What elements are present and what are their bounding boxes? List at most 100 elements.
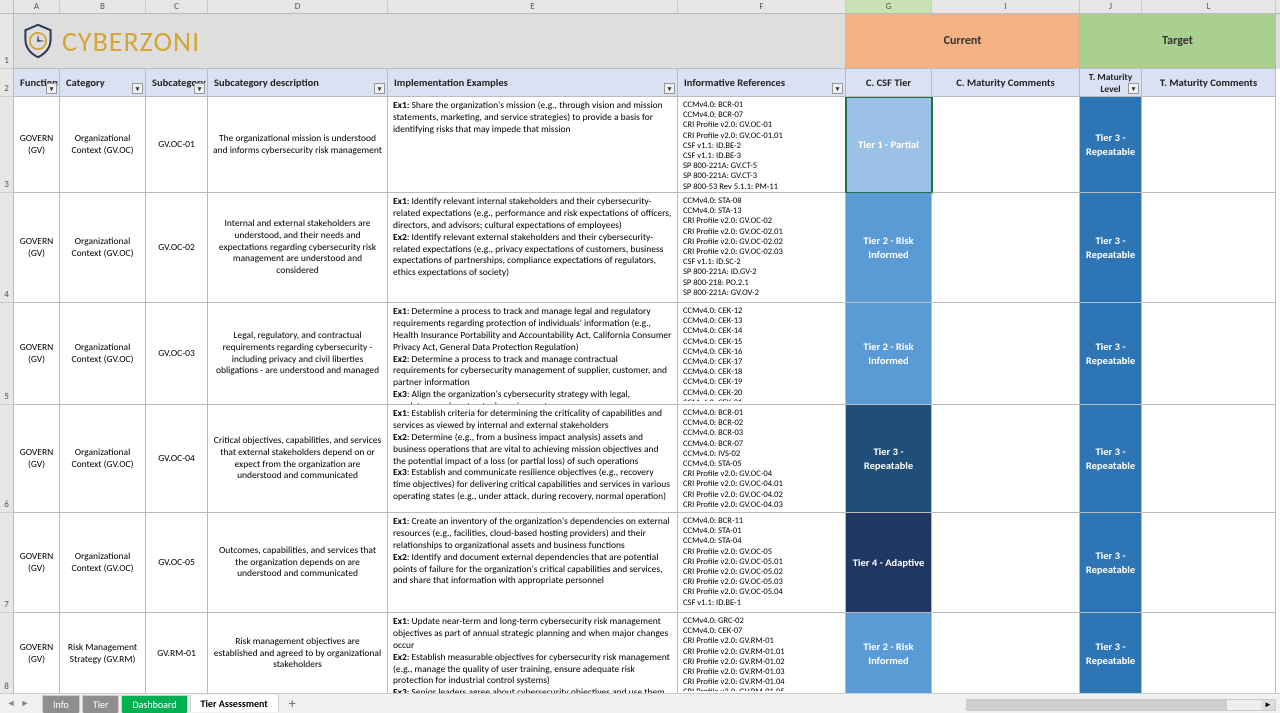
cell-description[interactable]: Internal and external stakeholders are u… bbox=[208, 193, 388, 303]
cell-implementation-examples[interactable]: Ex1: Share the organization's mission (e… bbox=[388, 97, 678, 193]
row-7[interactable]: 7 bbox=[0, 513, 13, 613]
cell-category[interactable]: Risk Management Strategy (GV.RM) bbox=[60, 613, 146, 693]
cell-function[interactable]: GOVERN (GV) bbox=[14, 513, 60, 613]
hdr-function[interactable]: Function▾ bbox=[14, 69, 60, 97]
cell-informative-references[interactable]: CCMv4.0: BCR-11CCMv4.0: STA-01CCMv4.0: S… bbox=[678, 513, 846, 613]
row-2[interactable]: 2 bbox=[0, 69, 13, 97]
tab-nav-prev-icon[interactable]: ◄ bbox=[4, 698, 18, 709]
scroll-right-icon[interactable]: ► bbox=[1261, 700, 1275, 710]
tab-info[interactable]: Info bbox=[42, 695, 80, 713]
cell-description[interactable]: Critical objectives, capabilities, and s… bbox=[208, 405, 388, 513]
cell-current-tier[interactable]: Tier 3 - Repeatable bbox=[846, 405, 932, 513]
hdr-category[interactable]: Category▾ bbox=[60, 69, 146, 97]
hdr-implementation-examples[interactable]: Implementation Examples▾ bbox=[388, 69, 678, 97]
tab-dashboard[interactable]: Dashboard bbox=[121, 695, 187, 713]
col-B[interactable]: B bbox=[60, 0, 146, 13]
grid-scroll-area[interactable]: CYBERZONI Current Target Function▾ Categ… bbox=[14, 14, 1280, 693]
cell-target-tier[interactable]: Tier 3 - Repeatable bbox=[1080, 405, 1142, 513]
hdr-informative-references[interactable]: Informative References▾ bbox=[678, 69, 846, 97]
hdr-t-maturity-level[interactable]: T. Maturity Level▾ bbox=[1080, 69, 1142, 97]
cell-category[interactable]: Organizational Context (GV.OC) bbox=[60, 97, 146, 193]
cell-informative-references[interactable]: CCMv4.0: STA-08CCMv4.0: STA-13CRI Profil… bbox=[678, 193, 846, 303]
cell-current-comments[interactable] bbox=[932, 303, 1080, 405]
cell-current-comments[interactable] bbox=[932, 613, 1080, 693]
cell-target-comments[interactable] bbox=[1142, 513, 1276, 613]
cell-current-tier[interactable]: Tier 4 - Adaptive bbox=[846, 513, 932, 613]
cell-subcategory[interactable]: GV.OC-04 bbox=[146, 405, 208, 513]
hdr-subcategory[interactable]: Subcategory▾ bbox=[146, 69, 208, 97]
cell-target-comments[interactable] bbox=[1142, 97, 1276, 193]
row-6[interactable]: 6 bbox=[0, 405, 13, 513]
col-A[interactable]: A bbox=[14, 0, 60, 13]
col-L[interactable]: L bbox=[1142, 0, 1276, 13]
row-3[interactable]: 3 bbox=[0, 97, 13, 193]
cell-subcategory[interactable]: GV.RM-01 bbox=[146, 613, 208, 693]
hdr-subcategory-description[interactable]: Subcategory description▾ bbox=[208, 69, 388, 97]
cell-description[interactable]: Outcomes, capabilities, and services tha… bbox=[208, 513, 388, 613]
cell-subcategory[interactable]: GV.OC-03 bbox=[146, 303, 208, 405]
filter-icon[interactable]: ▾ bbox=[194, 83, 205, 94]
row-5[interactable]: 5 bbox=[0, 303, 13, 405]
horizontal-scrollbar[interactable]: ◄ ► bbox=[966, 699, 1276, 711]
tab-tier[interactable]: Tier bbox=[82, 695, 120, 713]
col-I[interactable]: I bbox=[932, 0, 1080, 13]
cell-description[interactable]: Legal, regulatory, and contractual requi… bbox=[208, 303, 388, 405]
row-8[interactable]: 8 bbox=[0, 613, 13, 693]
cell-description[interactable]: The organizational mission is understood… bbox=[208, 97, 388, 193]
cell-informative-references[interactable]: CCMv4.0: BCR-01CCMv4.0: BCR-02CCMv4.0: B… bbox=[678, 405, 846, 513]
cell-target-comments[interactable] bbox=[1142, 405, 1276, 513]
cell-category[interactable]: Organizational Context (GV.OC) bbox=[60, 513, 146, 613]
cell-target-comments[interactable] bbox=[1142, 303, 1276, 405]
cell-informative-references[interactable]: CCMv4.0: CEK-12CCMv4.0: CEK-13CCMv4.0: C… bbox=[678, 303, 846, 405]
col-F[interactable]: F bbox=[678, 0, 846, 13]
filter-icon[interactable]: ▾ bbox=[832, 83, 843, 94]
col-C[interactable]: C bbox=[146, 0, 208, 13]
tab-add-icon[interactable]: + bbox=[281, 695, 304, 712]
cell-implementation-examples[interactable]: Ex1: Identify relevant internal stakehol… bbox=[388, 193, 678, 303]
cell-target-comments[interactable] bbox=[1142, 613, 1276, 693]
hdr-c-maturity-comments[interactable]: C. Maturity Comments bbox=[932, 69, 1080, 97]
cell-function[interactable]: GOVERN (GV) bbox=[14, 613, 60, 693]
cell-implementation-examples[interactable]: Ex1: Create an inventory of the organiza… bbox=[388, 513, 678, 613]
row-4[interactable]: 4 bbox=[0, 193, 13, 303]
cell-current-tier[interactable]: Tier 2 - Risk Informed bbox=[846, 613, 932, 693]
row-1[interactable]: 1 bbox=[0, 14, 13, 69]
cell-category[interactable]: Organizational Context (GV.OC) bbox=[60, 303, 146, 405]
cell-subcategory[interactable]: GV.OC-01 bbox=[146, 97, 208, 193]
select-all-corner[interactable] bbox=[0, 0, 14, 14]
cell-target-comments[interactable] bbox=[1142, 193, 1276, 303]
cell-current-comments[interactable] bbox=[932, 405, 1080, 513]
cell-function[interactable]: GOVERN (GV) bbox=[14, 405, 60, 513]
col-D[interactable]: D bbox=[208, 0, 388, 13]
cell-current-tier[interactable]: Tier 1 - Partial bbox=[846, 97, 932, 193]
cell-target-tier[interactable]: Tier 3 - Repeatable bbox=[1080, 193, 1142, 303]
cell-current-comments[interactable] bbox=[932, 513, 1080, 613]
filter-icon[interactable]: ▾ bbox=[46, 83, 57, 94]
cell-informative-references[interactable]: CCMv4.0: BCR-01CCMv4.0: BCR-07CRI Profil… bbox=[678, 97, 846, 193]
cell-implementation-examples[interactable]: Ex1: Establish criteria for determining … bbox=[388, 405, 678, 513]
cell-category[interactable]: Organizational Context (GV.OC) bbox=[60, 193, 146, 303]
cell-current-tier[interactable]: Tier 2 - Risk Informed bbox=[846, 193, 932, 303]
cell-implementation-examples[interactable]: Ex1: Update near-term and long-term cybe… bbox=[388, 613, 678, 693]
cell-target-tier[interactable]: Tier 3 - Repeatable bbox=[1080, 613, 1142, 693]
cell-target-tier[interactable]: Tier 3 - Repeatable bbox=[1080, 97, 1142, 193]
cell-target-tier[interactable]: Tier 3 - Repeatable bbox=[1080, 513, 1142, 613]
cell-function[interactable]: GOVERN (GV) bbox=[14, 303, 60, 405]
cell-target-tier[interactable]: Tier 3 - Repeatable bbox=[1080, 303, 1142, 405]
hdr-t-maturity-comments[interactable]: T. Maturity Comments bbox=[1142, 69, 1276, 97]
hdr-c-csf-tier[interactable]: C. CSF Tier bbox=[846, 69, 932, 97]
cell-function[interactable]: GOVERN (GV) bbox=[14, 193, 60, 303]
col-E[interactable]: E bbox=[388, 0, 678, 13]
cell-description[interactable]: Risk management objectives are establish… bbox=[208, 613, 388, 693]
cell-function[interactable]: GOVERN (GV) bbox=[14, 97, 60, 193]
cell-implementation-examples[interactable]: Ex1: Determine a process to track and ma… bbox=[388, 303, 678, 405]
col-G[interactable]: G bbox=[846, 0, 932, 13]
cell-current-tier[interactable]: Tier 2 - Risk Informed bbox=[846, 303, 932, 405]
filter-icon[interactable]: ▾ bbox=[664, 83, 675, 94]
col-J[interactable]: J bbox=[1080, 0, 1142, 13]
tab-tier-assessment[interactable]: Tier Assessment bbox=[190, 695, 279, 712]
cell-subcategory[interactable]: GV.OC-05 bbox=[146, 513, 208, 613]
cell-current-comments[interactable]: ▾ bbox=[932, 97, 1080, 193]
cell-current-comments[interactable] bbox=[932, 193, 1080, 303]
cell-subcategory[interactable]: GV.OC-02 bbox=[146, 193, 208, 303]
